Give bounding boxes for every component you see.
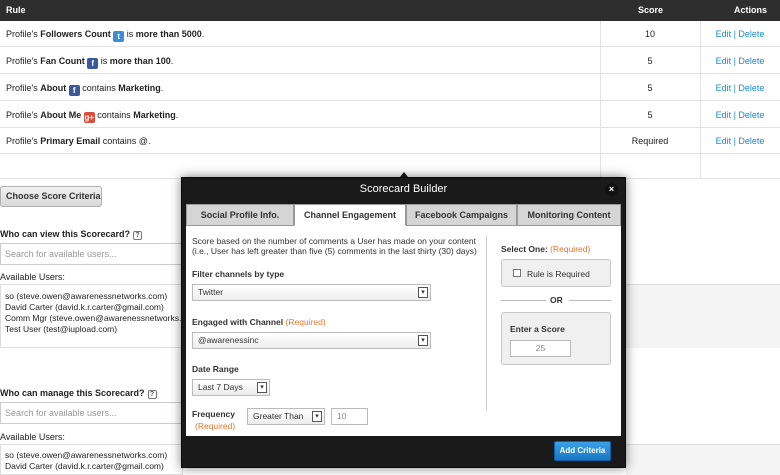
edit-link[interactable]: Edit [716, 110, 732, 120]
rule-column-header: Rule [6, 5, 26, 15]
rule-required-label: Rule is Required [527, 269, 590, 279]
tab-social-profile-info[interactable]: Social Profile Info. [186, 204, 294, 226]
rule-text: Profile's Fan Count f is more than 100. [6, 56, 174, 69]
view-scorecard-label: Who can view this Scorecard?? [0, 229, 143, 240]
manage-available-users-label: Available Users: [0, 432, 65, 442]
manage-user-search-input[interactable]: Search for available users... [0, 402, 183, 424]
row-actions: Edit | Delete [715, 29, 765, 39]
engaged-channel-select[interactable]: @awarenessinc ▾ [192, 332, 431, 349]
chevron-down-icon: ▾ [418, 287, 428, 298]
delete-link[interactable]: Delete [738, 29, 764, 39]
score-value: Required [631, 136, 669, 146]
edit-link[interactable]: Edit [716, 56, 732, 66]
delete-link[interactable]: Delete [738, 56, 764, 66]
engaged-channel-label: Engaged with Channel (Required) [192, 317, 326, 327]
row-actions: Edit | Delete [715, 136, 765, 146]
rule-required-checkbox[interactable] [513, 269, 521, 277]
filter-channels-label: Filter channels by type [192, 269, 285, 279]
scorecard-builder-modal: Scorecard Builder × Social Profile Info.… [181, 177, 626, 468]
tab-channel-engagement[interactable]: Channel Engagement [294, 204, 406, 226]
chevron-down-icon: ▾ [418, 335, 428, 346]
table-row: Profile's Followers Count t is more than… [0, 21, 780, 47]
close-icon[interactable]: × [605, 183, 618, 196]
manage-scorecard-label: Who can manage this Scorecard?? [0, 388, 157, 399]
or-divider-line [501, 300, 546, 301]
enter-score-label: Enter a Score [510, 324, 565, 334]
chevron-down-icon: ▾ [257, 382, 267, 393]
table-row: Profile's Primary Email contains @. Requ… [0, 128, 780, 154]
date-range-label: Date Range [192, 364, 239, 374]
choose-score-criteria-button[interactable]: Choose Score Criteria [0, 186, 102, 207]
score-value: 5 [647, 83, 653, 93]
frequency-operator-select[interactable]: Greater Than ▾ [247, 408, 325, 425]
date-range-select[interactable]: Last 7 Days ▾ [192, 379, 270, 396]
channel-engagement-panel: Score based on the number of comments a … [186, 226, 621, 436]
edit-link[interactable]: Edit [716, 29, 732, 39]
help-icon[interactable]: ? [133, 231, 143, 240]
description-line-2: (i.e., User has left greater than five (… [192, 246, 477, 256]
list-item[interactable]: David Carter (david.k.r.carter@gmail.com… [5, 461, 178, 472]
rules-table-header: Rule Score Actions [0, 0, 780, 21]
score-value: 5 [647, 56, 653, 66]
row-actions: Edit | Delete [715, 56, 765, 66]
rule-text: Profile's Followers Count t is more than… [6, 29, 205, 42]
frequency-value-input[interactable]: 10 [331, 408, 368, 425]
channel-type-select[interactable]: Twitter ▾ [192, 284, 431, 301]
tab-monitoring-content[interactable]: Monitoring Content [517, 204, 621, 226]
delete-link[interactable]: Delete [738, 83, 764, 93]
table-row: Profile's About f contains Marketing. 5 … [0, 75, 780, 101]
description-line-1: Score based on the number of comments a … [192, 236, 476, 246]
delete-link[interactable]: Delete [738, 110, 764, 120]
list-item[interactable]: Comm Mgr (steve.owen@awarenessnetworks.c… [5, 313, 182, 324]
rule-required-box[interactable]: Rule is Required [501, 259, 611, 287]
score-input[interactable]: 25 [510, 340, 571, 357]
twitter-icon: t [113, 31, 125, 42]
select-one-label: Select One: (Required) [501, 244, 591, 254]
panel-divider [486, 236, 487, 411]
enter-score-box: Enter a Score 25 [501, 312, 611, 365]
score-value: 10 [644, 29, 655, 39]
modal-title: Scorecard Builder [359, 183, 448, 195]
frequency-label: Frequency [192, 409, 235, 419]
rule-text: Profile's About f contains Marketing. [6, 83, 164, 96]
add-criteria-button[interactable]: Add Criteria [554, 441, 611, 461]
view-user-search-input[interactable]: Search for available users... [0, 243, 183, 265]
row-actions: Edit | Delete [715, 83, 765, 93]
selected-users-panel [626, 444, 780, 475]
delete-link[interactable]: Delete [738, 136, 764, 146]
manage-users-list[interactable]: so (steve.owen@awarenessnetworks.com) Da… [0, 444, 183, 475]
modal-footer: Add Criteria [186, 438, 621, 464]
available-users-label: Available Users: [0, 272, 65, 282]
list-item[interactable]: Test User (test@iupload.com) [5, 324, 178, 335]
chevron-down-icon: ▾ [312, 411, 322, 422]
selected-users-panel [626, 284, 780, 348]
table-row: Profile's About Me g+ contains Marketing… [0, 102, 780, 128]
row-actions: Edit | Delete [715, 110, 765, 120]
modal-tabs: Social Profile Info. Channel Engagement … [186, 204, 621, 226]
facebook-icon: f [68, 85, 80, 96]
frequency-required: (Required) [195, 421, 236, 431]
google-plus-icon: g+ [83, 112, 95, 123]
edit-link[interactable]: Edit [716, 136, 732, 146]
score-column-header: Score [638, 5, 664, 15]
list-item[interactable]: so (steve.owen@awarenessnetworks.com) [5, 450, 178, 461]
tab-facebook-campaigns[interactable]: Facebook Campaigns [406, 204, 517, 226]
facebook-icon: f [87, 58, 99, 69]
help-icon[interactable]: ? [147, 390, 157, 399]
or-label: OR [550, 295, 563, 305]
table-row-empty [0, 154, 780, 179]
list-item[interactable]: so (steve.owen@awarenessnetworks.com) [5, 291, 178, 302]
rule-text: Profile's About Me g+ contains Marketing… [6, 110, 179, 123]
rule-text: Profile's Primary Email contains @. [6, 136, 151, 146]
or-divider-line [569, 300, 611, 301]
view-users-list[interactable]: so (steve.owen@awarenessnetworks.com) Da… [0, 284, 183, 348]
score-value: 5 [647, 110, 653, 120]
list-item[interactable]: David Carter (david.k.r.carter@gmail.com… [5, 302, 178, 313]
edit-link[interactable]: Edit [716, 83, 732, 93]
actions-column-header: Actions [734, 5, 768, 15]
table-row: Profile's Fan Count f is more than 100. … [0, 48, 780, 74]
